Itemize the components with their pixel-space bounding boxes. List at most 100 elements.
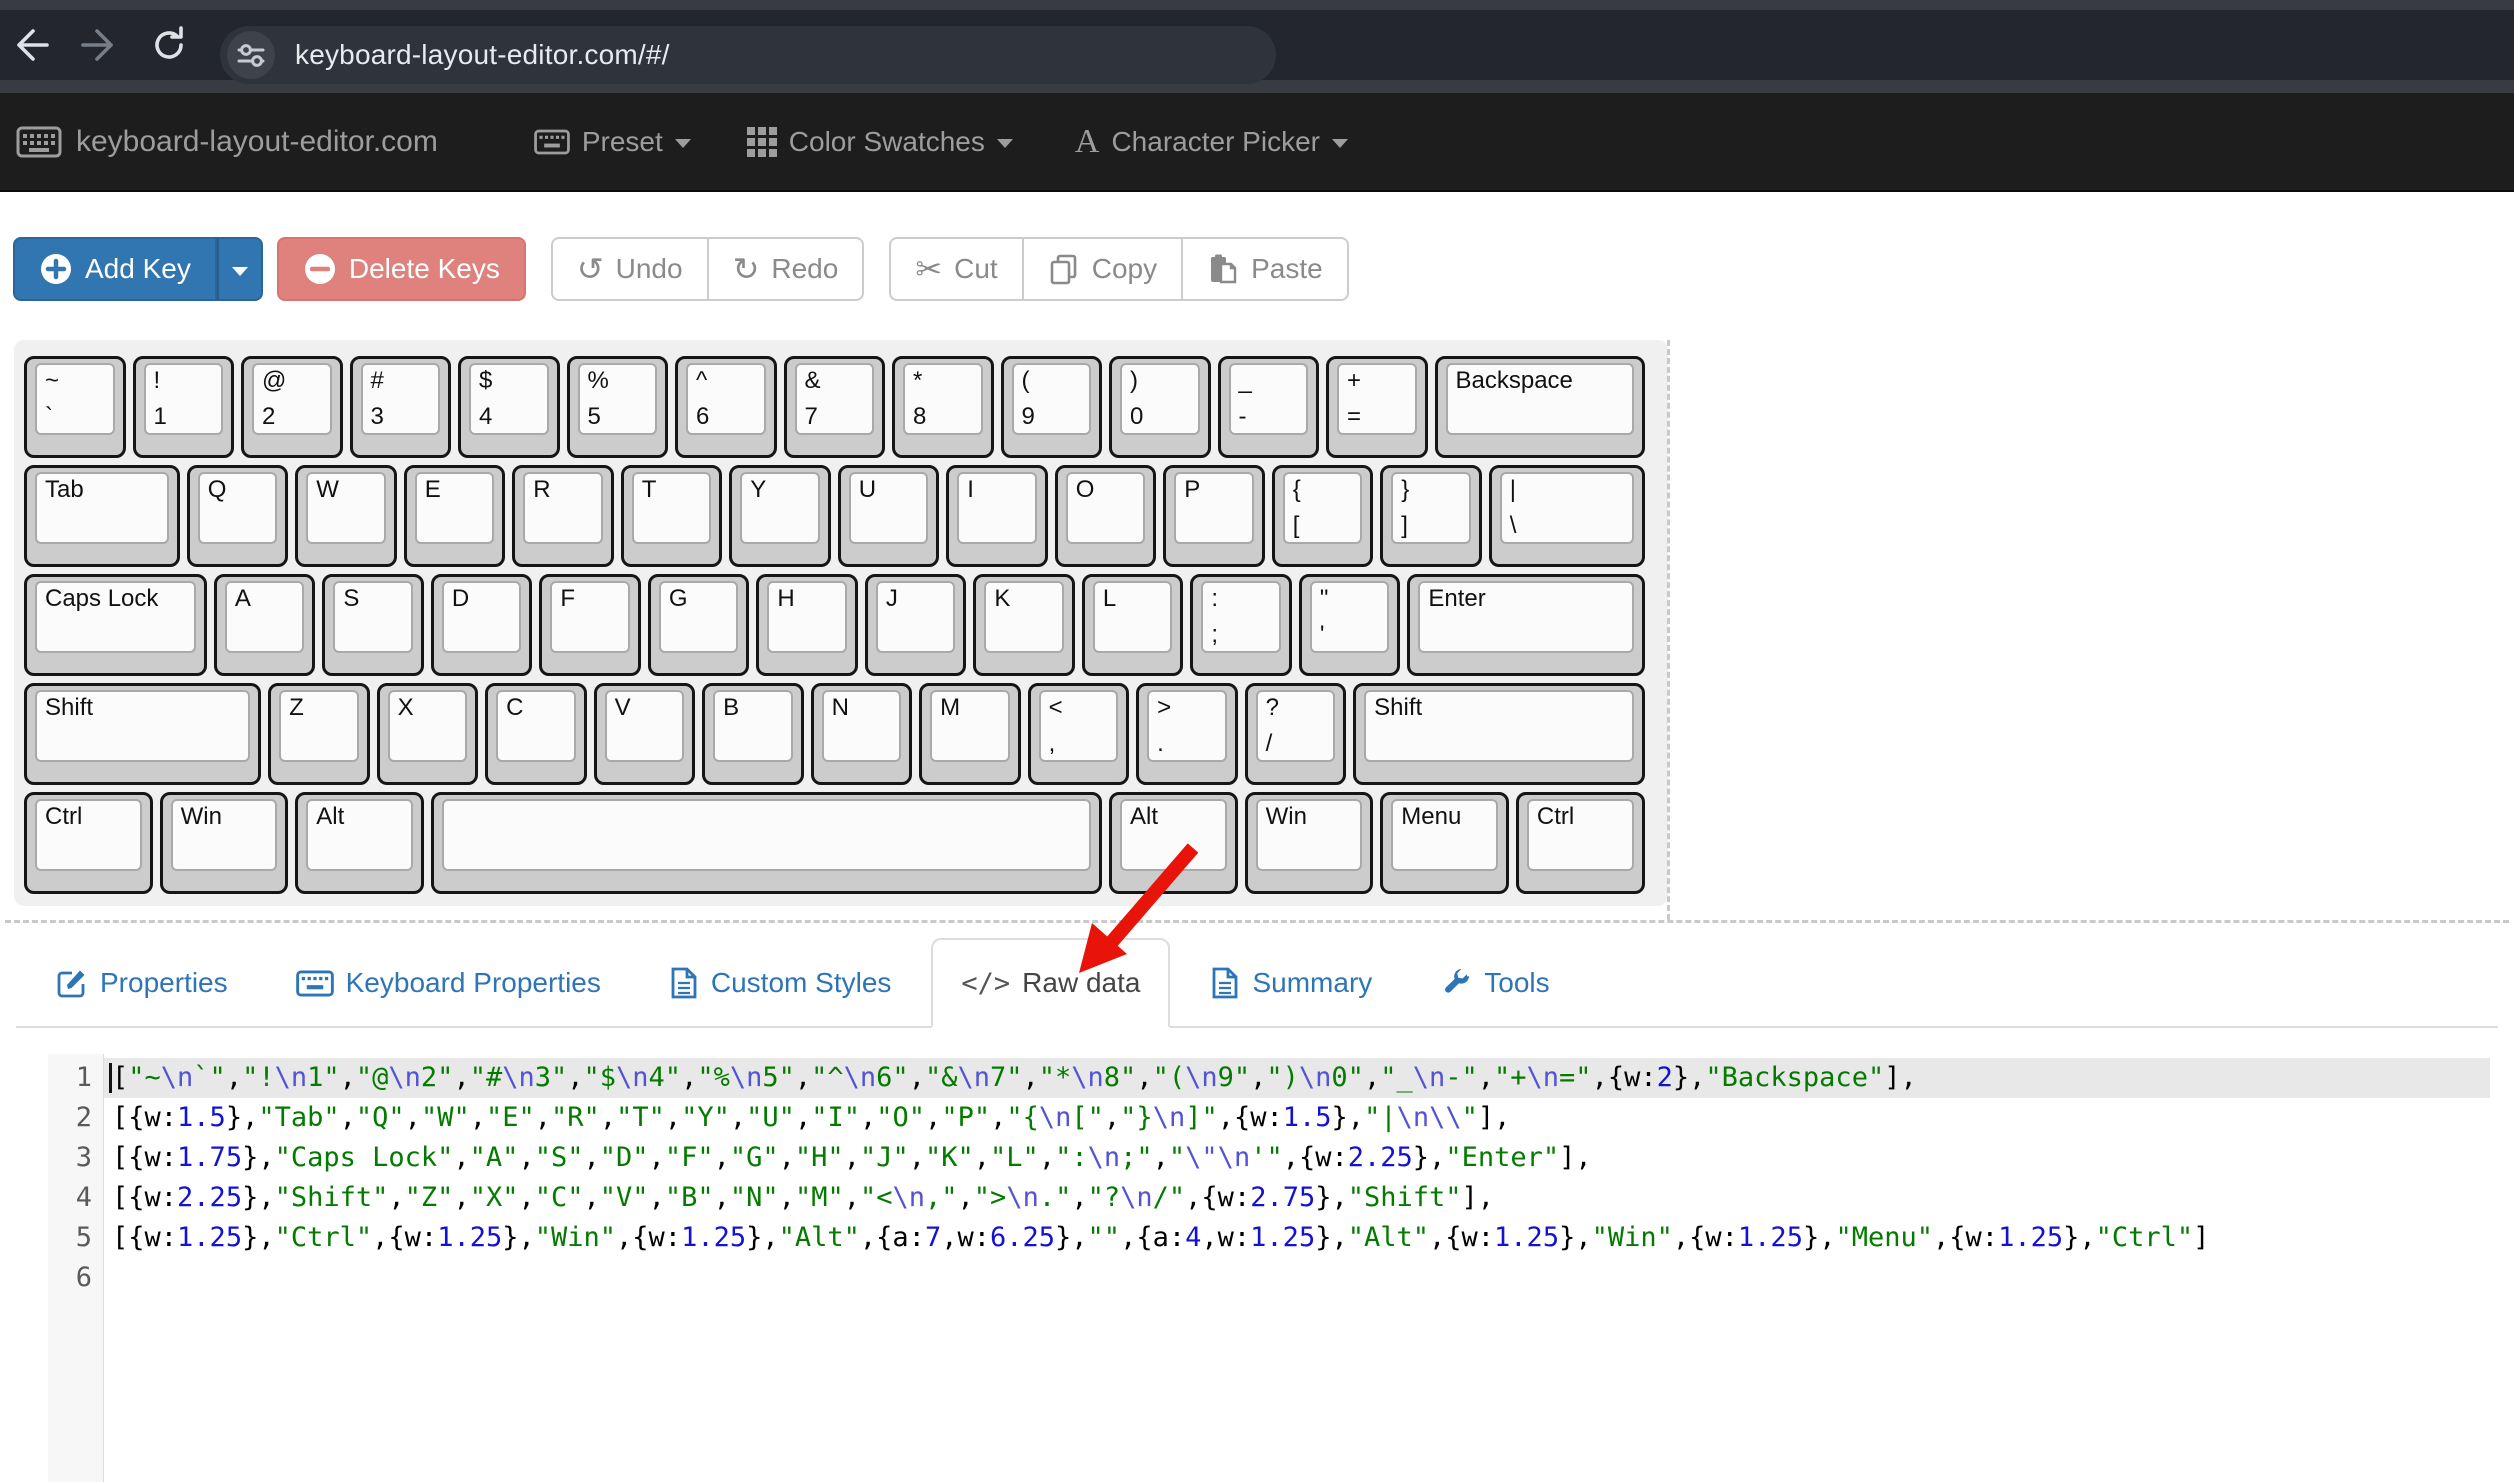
keyboard-key[interactable]: ?/ xyxy=(1245,683,1347,785)
keyboard-key[interactable]: Win xyxy=(160,792,289,894)
menu-preset[interactable]: Preset xyxy=(534,126,691,158)
code-line[interactable]: 4[{w:2.25},"Shift","Z","X","C","V","B","… xyxy=(48,1178,2490,1218)
edit-icon xyxy=(56,967,88,999)
redo-button[interactable]: ↻ Redo xyxy=(707,237,865,301)
tab-custom-styles[interactable]: Custom Styles xyxy=(641,940,920,1026)
keyboard-key[interactable]: G xyxy=(648,574,750,676)
copy-button[interactable]: Copy xyxy=(1022,237,1183,301)
keyboard-key[interactable]: <, xyxy=(1028,683,1130,785)
keyboard-key[interactable]: %5 xyxy=(567,356,669,458)
keyboard-key[interactable]: !1 xyxy=(133,356,235,458)
keyboard-key[interactable]: X xyxy=(377,683,479,785)
reload-icon[interactable] xyxy=(146,22,192,68)
keyboard-key[interactable]: _- xyxy=(1218,356,1320,458)
tab-properties[interactable]: Properties xyxy=(28,940,256,1026)
keyboard-key[interactable]: (9 xyxy=(1001,356,1103,458)
undo-button[interactable]: ↺ Undo xyxy=(551,237,709,301)
keyboard-key[interactable]: #3 xyxy=(350,356,452,458)
keyboard-key[interactable]: Z xyxy=(268,683,370,785)
delete-keys-button[interactable]: Delete Keys xyxy=(277,237,526,301)
brand[interactable]: keyboard-layout-editor.com xyxy=(16,125,438,159)
menu-color-swatches[interactable]: Color Swatches xyxy=(747,126,1013,158)
keyboard-key[interactable]: Tab xyxy=(24,465,180,567)
tab-tools[interactable]: Tools xyxy=(1412,940,1577,1026)
keyboard-key[interactable]: A xyxy=(214,574,316,676)
keyboard-key[interactable]: O xyxy=(1055,465,1157,567)
tab-summary[interactable]: Summary xyxy=(1182,940,1400,1026)
tab-label: Raw data xyxy=(1022,967,1140,999)
brand-label: keyboard-layout-editor.com xyxy=(76,125,438,159)
address-bar[interactable]: keyboard-layout-editor.com/#/ xyxy=(220,26,1276,84)
keyboard-key[interactable]: C xyxy=(485,683,587,785)
keyboard-key[interactable]: Alt xyxy=(295,792,424,894)
add-key-dropdown-button[interactable] xyxy=(217,237,263,301)
keyboard-key[interactable]: T xyxy=(621,465,723,567)
url-text[interactable]: keyboard-layout-editor.com/#/ xyxy=(295,39,670,71)
keyboard-key[interactable]: Y xyxy=(729,465,831,567)
keyboard-key[interactable]: Menu xyxy=(1380,792,1509,894)
keyboard-key[interactable]: P xyxy=(1163,465,1265,567)
keyboard-key[interactable]: Ctrl xyxy=(1516,792,1645,894)
keyboard-key[interactable]: Shift xyxy=(24,683,261,785)
keyboard-key[interactable]: I xyxy=(946,465,1048,567)
keyboard-key[interactable]: N xyxy=(811,683,913,785)
grid-icon xyxy=(747,127,777,157)
keyboard-key[interactable]: W xyxy=(295,465,397,567)
keyboard-resize-border[interactable] xyxy=(1667,340,1670,920)
keyboard-key[interactable]: >. xyxy=(1136,683,1238,785)
back-icon[interactable] xyxy=(8,22,54,68)
keyboard-key[interactable]: Win xyxy=(1245,792,1374,894)
tab-raw-data[interactable]: </> Raw data xyxy=(931,938,1170,1028)
keyboard-key[interactable]: D xyxy=(431,574,533,676)
keyboard-key[interactable]: :; xyxy=(1190,574,1292,676)
keyboard-key[interactable]: += xyxy=(1326,356,1428,458)
keyboard-key[interactable]: @2 xyxy=(241,356,343,458)
keyboard-key[interactable]: Caps Lock xyxy=(24,574,207,676)
keyboard-key[interactable]: Alt xyxy=(1109,792,1238,894)
code-line[interactable]: 2[{w:1.5},"Tab","Q","W","E","R","T","Y",… xyxy=(48,1098,2490,1138)
keyboard-key[interactable]: $4 xyxy=(458,356,560,458)
keyboard-key[interactable]: Q xyxy=(187,465,289,567)
keyboard-key[interactable]: *8 xyxy=(892,356,994,458)
keyboard-key[interactable]: )0 xyxy=(1109,356,1211,458)
keyboard-key[interactable]: H xyxy=(756,574,858,676)
keyboard-key[interactable]: &7 xyxy=(784,356,886,458)
keyboard-key[interactable]: Backspace xyxy=(1435,356,1645,458)
wrench-icon xyxy=(1440,967,1472,999)
keyboard-key[interactable]: }] xyxy=(1380,465,1482,567)
keyboard-key[interactable]: K xyxy=(973,574,1075,676)
keyboard-key[interactable] xyxy=(431,792,1102,894)
keyboard-key[interactable]: F xyxy=(539,574,641,676)
site-settings-icon[interactable] xyxy=(227,31,275,79)
code-line[interactable]: 3[{w:1.75},"Caps Lock","A","S","D","F","… xyxy=(48,1138,2490,1178)
paste-button[interactable]: Paste xyxy=(1181,237,1349,301)
tab-label: Summary xyxy=(1252,967,1372,999)
keyboard-key[interactable]: M xyxy=(919,683,1021,785)
forward-icon[interactable] xyxy=(76,22,122,68)
keyboard-key[interactable]: B xyxy=(702,683,804,785)
keyboard-key[interactable]: U xyxy=(838,465,940,567)
code-line[interactable]: 5[{w:1.25},"Ctrl",{w:1.25},"Win",{w:1.25… xyxy=(48,1218,2490,1258)
keyboard-key[interactable]: {[ xyxy=(1272,465,1374,567)
keyboard-key[interactable]: S xyxy=(322,574,424,676)
keyboard-key[interactable]: L xyxy=(1082,574,1184,676)
add-key-button[interactable]: Add Key xyxy=(13,237,217,301)
keyboard-key[interactable]: "' xyxy=(1299,574,1401,676)
tab-keyboard-properties[interactable]: Keyboard Properties xyxy=(268,940,629,1026)
menu-character-picker[interactable]: A Character Picker xyxy=(1075,125,1348,159)
keyboard-key[interactable]: V xyxy=(594,683,696,785)
keyboard-key[interactable]: |\ xyxy=(1489,465,1645,567)
keyboard-key[interactable]: Ctrl xyxy=(24,792,153,894)
code-line[interactable]: 1["~\n`","!\n1","@\n2","#\n3","$\n4","%\… xyxy=(48,1058,2490,1098)
keyboard-key[interactable]: R xyxy=(512,465,614,567)
keyboard-key[interactable]: Shift xyxy=(1353,683,1644,785)
add-key-label: Add Key xyxy=(85,253,191,285)
keyboard-key[interactable]: E xyxy=(404,465,506,567)
keyboard-key[interactable]: Enter xyxy=(1407,574,1644,676)
keyboard-key[interactable]: J xyxy=(865,574,967,676)
code-line[interactable]: 6 xyxy=(48,1258,2490,1298)
raw-data-editor[interactable]: 1["~\n`","!\n1","@\n2","#\n3","$\n4","%\… xyxy=(48,1054,2490,1482)
cut-button[interactable]: ✂ Cut xyxy=(889,237,1023,301)
keyboard-key[interactable]: ^6 xyxy=(675,356,777,458)
keyboard-key[interactable]: ~` xyxy=(24,356,126,458)
